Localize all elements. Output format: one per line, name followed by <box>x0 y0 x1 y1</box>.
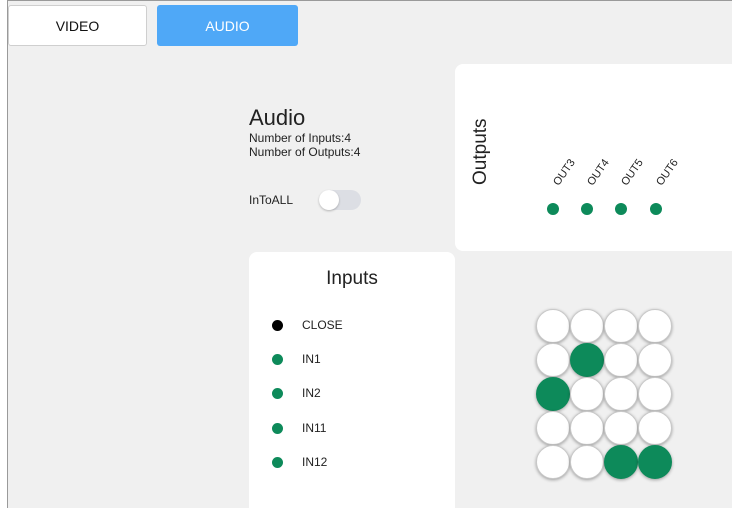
matrix-crosspoint[interactable] <box>638 309 672 343</box>
toggle-knob <box>319 190 340 210</box>
matrix-crosspoint[interactable] <box>536 445 570 479</box>
input-status-dot <box>272 387 283 399</box>
matrix-crosspoint[interactable] <box>638 377 672 411</box>
input-item[interactable]: IN11 <box>272 421 326 435</box>
matrix-crosspoint[interactable] <box>638 445 672 479</box>
input-item[interactable]: CLOSE <box>272 318 343 332</box>
matrix-crosspoint[interactable] <box>604 445 638 479</box>
output-status-dot[interactable] <box>615 203 627 215</box>
matrix-crosspoint[interactable] <box>604 377 638 411</box>
input-label: CLOSE <box>302 318 343 332</box>
page-title: Audio <box>249 105 306 130</box>
matrix-crosspoint[interactable] <box>570 411 604 445</box>
matrix-crosspoint[interactable] <box>570 309 604 343</box>
input-status-dot <box>272 422 283 434</box>
input-label: IN12 <box>302 455 328 469</box>
input-label: IN2 <box>302 386 321 400</box>
input-item[interactable]: IN12 <box>272 455 327 469</box>
matrix-crosspoint[interactable] <box>536 377 570 411</box>
outputs-title: Outputs <box>470 118 491 185</box>
matrix-crosspoint[interactable] <box>638 411 672 445</box>
in-to-all-toggle[interactable] <box>319 190 362 210</box>
matrix-crosspoint[interactable] <box>638 343 672 377</box>
input-status-dot <box>272 319 283 331</box>
matrix-crosspoint[interactable] <box>570 343 604 377</box>
output-status-dot[interactable] <box>547 203 559 215</box>
input-status-dot <box>272 353 283 365</box>
outputs-count-text: Number of Outputs:4 <box>249 145 361 159</box>
matrix-crosspoint[interactable] <box>604 343 638 377</box>
input-status-dot <box>272 456 283 468</box>
input-item[interactable]: IN1 <box>272 352 321 366</box>
matrix-crosspoint[interactable] <box>604 411 638 445</box>
in-to-all-label: InToALL <box>249 193 294 207</box>
tab-video[interactable]: VIDEO <box>8 5 147 46</box>
inputs-card <box>249 252 455 508</box>
matrix-crosspoint[interactable] <box>536 411 570 445</box>
tab-audio[interactable]: AUDIO <box>157 5 298 46</box>
input-label: IN11 <box>302 421 327 435</box>
outputs-card <box>455 64 732 251</box>
inputs-count-text: Number of Inputs:4 <box>249 131 352 145</box>
matrix-crosspoint[interactable] <box>536 343 570 377</box>
output-status-dot[interactable] <box>650 203 662 215</box>
matrix-crosspoint[interactable] <box>570 377 604 411</box>
input-label: IN1 <box>302 352 321 366</box>
input-item[interactable]: IN2 <box>272 386 321 400</box>
matrix-crosspoint[interactable] <box>536 309 570 343</box>
inputs-title: Inputs <box>326 268 378 289</box>
in-to-all-row: InToALL <box>249 190 362 210</box>
output-status-dot[interactable] <box>581 203 593 215</box>
matrix-crosspoint[interactable] <box>604 309 638 343</box>
audio-info: Audio Number of Inputs:4 Number of Outpu… <box>249 105 360 159</box>
matrix-crosspoint[interactable] <box>570 445 604 479</box>
